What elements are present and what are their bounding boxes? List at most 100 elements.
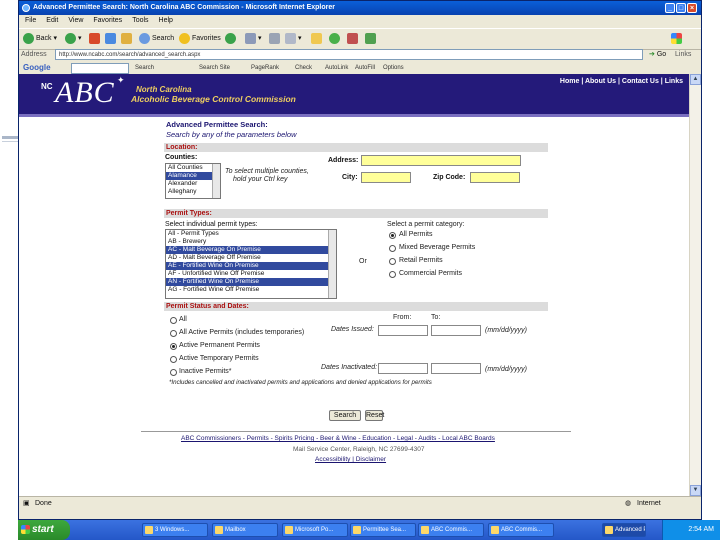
mail-button[interactable]: ▾: [245, 32, 262, 46]
menu-item-help[interactable]: Help: [159, 17, 173, 24]
taskbar-button[interactable]: Mailbox: [212, 523, 278, 537]
site-header: NC ABC ✦ North Carolina Alcoholic Bevera…: [19, 74, 689, 117]
slide-margin: [0, 0, 18, 540]
taskbar-button[interactable]: Microsoft Po...: [282, 523, 348, 537]
scroll-down-icon[interactable]: ▼: [690, 485, 701, 496]
category-radio[interactable]: [389, 245, 396, 252]
menu-item-favorites[interactable]: Favorites: [93, 17, 122, 24]
city-field[interactable]: [361, 172, 411, 183]
permit-type-option[interactable]: AC - Malt Beverage On Premise: [166, 246, 336, 254]
permit-type-option[interactable]: All - Permit Types: [166, 230, 336, 238]
history-button[interactable]: [225, 32, 238, 46]
taskbar-button-label: Microsoft Po...: [295, 527, 334, 533]
close-icon[interactable]: ×: [687, 3, 697, 13]
permit-type-option[interactable]: AD - Malt Beverage Off Premise: [166, 254, 336, 262]
google-search-button[interactable]: Search: [135, 63, 154, 73]
google-autolink[interactable]: AutoLink: [325, 63, 348, 73]
google-pagerank[interactable]: PageRank: [251, 63, 279, 73]
edit-button[interactable]: ▾: [285, 32, 302, 46]
address-input[interactable]: http://www.ncabc.com/search/advanced_sea…: [55, 49, 643, 60]
taskbar-button[interactable]: 3 Windows...: [142, 523, 208, 537]
status-radio[interactable]: [170, 343, 177, 350]
home-button[interactable]: [121, 32, 134, 46]
folder-icon: [311, 32, 322, 44]
toolbar: Back ▾ ▾ Search Favorites ▾ ▾: [19, 28, 701, 50]
taskbar-button-label: Mailbox: [225, 527, 246, 533]
status-bar: ▣ Done ◍ Internet: [19, 496, 701, 511]
history-icon: [225, 32, 236, 44]
status-radio[interactable]: [170, 330, 177, 337]
menu-item-file[interactable]: File: [25, 17, 36, 24]
abc-logo[interactable]: ABC: [55, 76, 115, 110]
google-logo: Google: [23, 63, 51, 72]
back-button[interactable]: Back ▾: [23, 32, 57, 46]
search-submit-button[interactable]: Search: [329, 410, 361, 421]
menu-item-edit[interactable]: Edit: [46, 17, 58, 24]
folder-button[interactable]: [311, 32, 324, 46]
google-search-input[interactable]: [71, 63, 129, 74]
clock[interactable]: 2:54 AM: [688, 526, 714, 533]
start-button[interactable]: start: [18, 520, 70, 540]
status-radio[interactable]: [170, 356, 177, 363]
category-radio[interactable]: [389, 271, 396, 278]
vertical-scrollbar[interactable]: ▲ ▼: [689, 74, 701, 496]
permit-type-option[interactable]: AN - Fortified Wine On Premise: [166, 278, 336, 286]
google-options[interactable]: Options: [383, 63, 404, 73]
address-field[interactable]: [361, 155, 521, 166]
search-button[interactable]: Search: [139, 32, 174, 46]
minimize-icon[interactable]: _: [665, 3, 675, 13]
home-icon: [121, 32, 132, 44]
status-radio[interactable]: [170, 317, 177, 324]
listbox-scrollbar[interactable]: [328, 230, 336, 298]
taskbar-button-label: Advanced Perm...: [615, 527, 645, 533]
title-bar[interactable]: Advanced Permittee Search: North Carolin…: [19, 1, 701, 15]
google-spellcheck[interactable]: Check: [295, 63, 312, 73]
permit-type-option[interactable]: AG - Fortified Wine Off Premise: [166, 286, 336, 294]
refresh-button[interactable]: [105, 32, 118, 46]
stop-button[interactable]: [89, 32, 102, 46]
status-section-header: Permit Status and Dates:: [164, 302, 548, 311]
category-radio[interactable]: [389, 232, 396, 239]
permit-type-option[interactable]: AB - Brewery: [166, 238, 336, 246]
permit-type-option[interactable]: AF - Unfortified Wine Off Premise: [166, 270, 336, 278]
footer-accessibility-links[interactable]: Accessibility | Disclaimer: [315, 456, 386, 463]
forward-arrow-icon: [65, 32, 76, 44]
go-button[interactable]: ➔ Go: [649, 49, 666, 61]
print-button[interactable]: [269, 32, 282, 46]
permit-type-option[interactable]: AE - Fortified Wine On Premise: [166, 262, 336, 270]
reset-button[interactable]: Reset: [365, 410, 384, 421]
window-icon: [605, 526, 613, 534]
windows-flag-icon: [21, 525, 30, 534]
inactivated-from-input[interactable]: [378, 363, 428, 374]
maximize-icon[interactable]: □: [676, 3, 686, 13]
links-button[interactable]: Links: [675, 49, 691, 61]
taskbar-button[interactable]: ABC Commis...: [418, 523, 484, 537]
google-autofill[interactable]: AutoFill: [355, 63, 375, 73]
zip-field[interactable]: [470, 172, 520, 183]
taskbar-button[interactable]: ABC Commis...: [488, 523, 554, 537]
browser-window: Advanced Permittee Search: North Carolin…: [18, 0, 702, 520]
top-nav-links[interactable]: Home | About Us | Contact Us | Links: [560, 78, 683, 85]
menu-item-tools[interactable]: Tools: [132, 17, 148, 24]
research-button[interactable]: [347, 32, 360, 46]
taskbar-button[interactable]: Advanced Perm...: [602, 523, 646, 537]
scroll-up-icon[interactable]: ▲: [690, 74, 701, 85]
window-icon: [145, 526, 153, 534]
forward-button[interactable]: ▾: [65, 32, 82, 46]
menu-item-view[interactable]: View: [68, 17, 83, 24]
counties-listbox[interactable]: All Counties Alamance Alexander Alleghany: [165, 163, 221, 199]
taskbar-button[interactable]: Permittee Sea...: [350, 523, 416, 537]
inactivated-to-input[interactable]: [431, 363, 481, 374]
footer-links[interactable]: ABC Commissioners - Permits - Spirits Pr…: [181, 435, 495, 442]
messenger-button[interactable]: [329, 32, 342, 46]
google-search-site-button[interactable]: Search Site: [199, 63, 230, 73]
favorites-button[interactable]: Favorites: [179, 32, 221, 46]
listbox-scrollbar[interactable]: [212, 164, 220, 198]
status-radio[interactable]: [170, 369, 177, 376]
tools-button[interactable]: [365, 32, 378, 46]
permit-types-listbox[interactable]: All - Permit Types AB - Brewery AC - Malt …: [165, 229, 337, 299]
category-radio[interactable]: [389, 258, 396, 265]
issued-from-input[interactable]: [378, 325, 428, 336]
dates-issued-label: Dates Issued:: [331, 326, 374, 333]
issued-to-input[interactable]: [431, 325, 481, 336]
